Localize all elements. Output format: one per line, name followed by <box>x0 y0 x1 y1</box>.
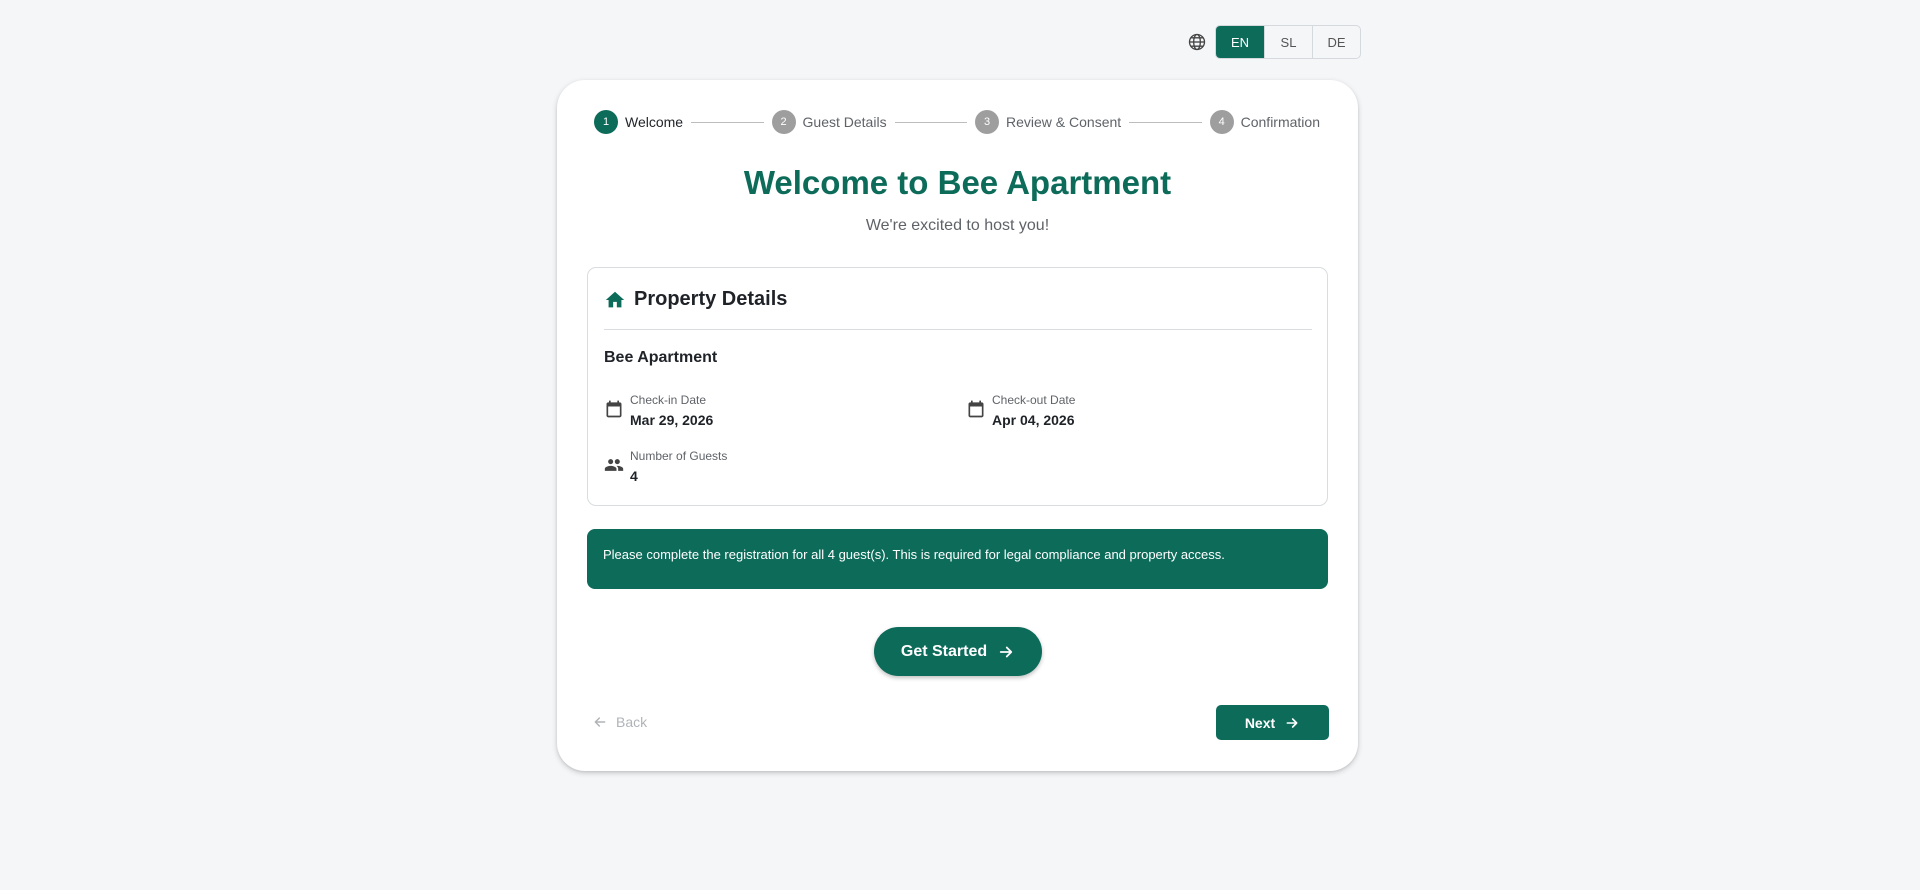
step-review-consent: 3 Review & Consent <box>975 110 1121 134</box>
step-connector <box>691 121 764 123</box>
step-number: 3 <box>975 110 1000 134</box>
checkin-info: Check-in Date Mar 29, 2026 <box>604 393 713 430</box>
property-details-title: Property Details <box>634 288 788 310</box>
step-welcome: 1 Welcome <box>594 110 683 134</box>
property-details-header: Property Details <box>604 288 787 311</box>
step-label: Review & Consent <box>1006 114 1122 130</box>
globe-icon <box>1187 32 1207 52</box>
get-started-label: Get Started <box>900 642 988 660</box>
page-title: Welcome to Bee Apartment <box>743 164 1172 201</box>
language-option-de[interactable]: DE <box>1312 26 1360 58</box>
language-option-en[interactable]: EN <box>1216 26 1264 58</box>
next-button[interactable]: Next <box>1216 705 1329 740</box>
registration-notice: Please complete the registration for all… <box>587 529 1328 589</box>
back-button[interactable]: Back <box>592 714 647 730</box>
property-details-panel: Property Details Bee Apartment Check-in … <box>587 267 1328 506</box>
arrow-right-icon <box>1284 715 1300 731</box>
step-label: Welcome <box>625 114 684 130</box>
step-number: 1 <box>594 110 618 134</box>
step-connector <box>1129 121 1202 123</box>
progress-stepper: 1 Welcome 2 Guest Details 3 Review & Con… <box>594 110 1320 134</box>
property-name: Bee Apartment <box>604 349 718 366</box>
step-label: Confirmation <box>1240 114 1320 130</box>
checkout-value: Apr 04, 2026 <box>992 412 1075 428</box>
checkin-label: Check-in Date <box>630 393 707 407</box>
checkout-label: Check-out Date <box>992 393 1076 407</box>
guests-label: Number of Guests <box>630 449 728 463</box>
step-confirmation: 4 Confirmation <box>1209 110 1320 134</box>
step-number: 4 <box>1209 110 1234 134</box>
registration-card: 1 Welcome 2 Guest Details 3 Review & Con… <box>557 80 1358 771</box>
arrow-left-icon <box>592 714 608 730</box>
get-started-button[interactable]: Get Started <box>874 627 1042 676</box>
guests-value: 4 <box>630 468 638 484</box>
step-number: 2 <box>771 110 796 134</box>
home-icon <box>604 289 626 311</box>
step-label: Guest Details <box>802 114 887 130</box>
calendar-icon <box>966 399 986 419</box>
back-label: Back <box>616 714 648 730</box>
page-subtitle: We're excited to host you! <box>865 217 1050 234</box>
people-icon <box>604 455 624 475</box>
checkin-value: Mar 29, 2026 <box>630 412 714 428</box>
language-option-sl[interactable]: SL <box>1264 26 1312 58</box>
next-label: Next <box>1244 714 1276 731</box>
language-switcher: EN SL DE <box>1187 25 1361 59</box>
checkout-info: Check-out Date Apr 04, 2026 <box>966 393 1075 430</box>
divider <box>604 329 1312 330</box>
notice-text: Please complete the registration for all… <box>603 547 1225 562</box>
language-toggle-group: EN SL DE <box>1215 25 1361 59</box>
arrow-right-icon <box>997 643 1015 661</box>
guests-info: Number of Guests 4 <box>604 449 727 486</box>
step-connector <box>894 121 968 123</box>
calendar-icon <box>604 399 624 419</box>
step-guest-details: 2 Guest Details <box>771 110 887 134</box>
